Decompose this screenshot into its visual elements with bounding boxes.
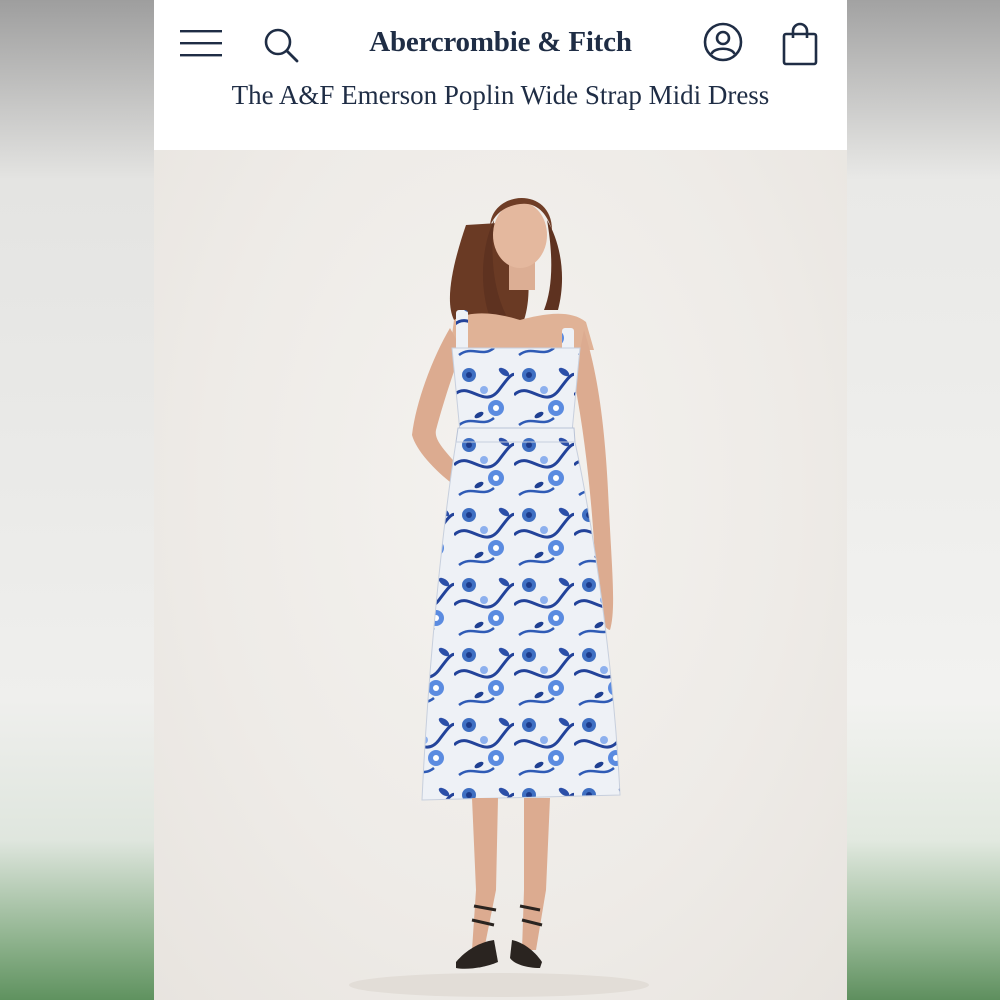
menu-icon[interactable] (180, 28, 222, 60)
model-photo-illustration (349, 198, 649, 997)
search-icon[interactable] (262, 26, 300, 64)
right-blurred-background (847, 0, 1000, 1000)
left-blurred-background (0, 0, 154, 1000)
site-header: Abercrombie & Fitch The A&F Emerson Popl… (154, 0, 847, 150)
phone-screen: Abercrombie & Fitch The A&F Emerson Popl… (154, 0, 847, 1000)
product-image[interactable] (154, 150, 847, 1000)
shopping-bag-icon[interactable] (782, 22, 818, 66)
account-icon[interactable] (703, 22, 743, 62)
brand-logo[interactable]: Abercrombie & Fitch (354, 26, 647, 59)
product-title: The A&F Emerson Poplin Wide Strap Midi D… (231, 80, 770, 110)
